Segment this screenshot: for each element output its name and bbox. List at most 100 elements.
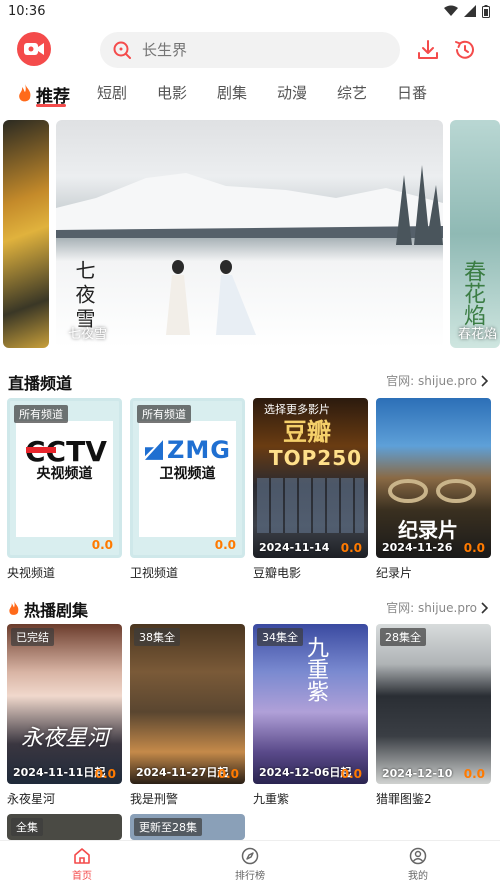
card-score: 0.0	[463, 767, 485, 781]
section-title-hot-label: 热播剧集	[24, 601, 89, 620]
drama-card-peek[interactable]: 更新至28集	[130, 814, 245, 840]
status-icons	[444, 4, 490, 18]
card-date: 2024-11-11日起	[13, 766, 106, 779]
category-tabs: 推荐 短剧 电影 剧集 动漫 综艺 日番	[0, 78, 500, 110]
tab-anime[interactable]: 动漫	[277, 82, 307, 103]
download-icon	[418, 40, 438, 59]
battery-icon	[482, 4, 490, 18]
card-score: 0.0	[91, 538, 113, 552]
banner-slide-main[interactable]: 七夜雪 七夜雪	[56, 120, 443, 348]
cctv-logo: CCTV	[25, 435, 107, 467]
live-card-satellite[interactable]: ZMG 卫视频道 所有频道 0.0	[130, 398, 245, 558]
section-title-live: 直播频道	[8, 374, 73, 393]
signal-icon	[464, 5, 476, 17]
video-camera-icon	[24, 43, 44, 55]
nav-home-label: 首页	[72, 871, 92, 882]
tab-series[interactable]: 剧集	[217, 82, 247, 103]
drama-card[interactable]: 38集全 2024-11-27日起 0.0	[130, 624, 245, 784]
zmg-logo-text: ZMG	[167, 436, 231, 464]
home-icon	[74, 848, 90, 864]
banner-caption: 七夜雪	[68, 327, 108, 342]
banner-mountain-art	[56, 173, 443, 238]
section-link-hot-label: 官网: shijue.pro	[386, 601, 477, 615]
card-score: 0.0	[340, 541, 362, 555]
status-bar: 10:36	[0, 0, 500, 22]
drama-card[interactable]: 28集全 2024-12-10 0.0	[376, 624, 491, 784]
section-link-live[interactable]: 官网: shijue.pro	[386, 372, 488, 389]
search-bar[interactable]	[100, 32, 400, 68]
nav-home[interactable]: 首页	[42, 847, 122, 882]
wifi-icon	[444, 5, 458, 16]
history-button[interactable]	[451, 36, 479, 64]
chevron-right-icon	[481, 374, 488, 387]
banner-trees-art	[396, 165, 443, 245]
section-link-hot[interactable]: 官网: shijue.pro	[386, 599, 488, 616]
poster-art-title: 九重紫	[303, 636, 328, 702]
nav-profile-label: 我的	[408, 871, 428, 882]
card-title[interactable]: 纪录片	[376, 564, 412, 581]
download-button[interactable]	[414, 36, 442, 64]
card-tag: 全集	[11, 818, 43, 836]
drama-card[interactable]: 九重紫 34集全 2024-12-06日起 0.0	[253, 624, 368, 784]
user-icon	[409, 847, 427, 865]
tab-short-drama[interactable]: 短剧	[97, 82, 127, 103]
section-title-hot: 热播剧集	[8, 597, 88, 621]
chevron-right-icon	[481, 601, 488, 614]
card-date: 2024-12-06日起	[259, 766, 352, 779]
app-logo[interactable]	[17, 32, 51, 66]
live-card-cctv[interactable]: CCTV 央视频道 所有频道 0.0	[7, 398, 122, 558]
card-tag: 选择更多影片	[264, 403, 330, 416]
zmg-logo: ZMG	[145, 436, 231, 464]
compass-icon	[241, 847, 259, 865]
tab-movie[interactable]: 电影	[157, 82, 187, 103]
top-bar	[0, 28, 500, 72]
card-title[interactable]: 卫视频道	[130, 564, 178, 581]
card-title[interactable]: 九重紫	[253, 790, 289, 807]
live-card-documentary[interactable]: 纪录片 2024-11-26 0.0	[376, 398, 491, 558]
card-date: 2024-11-26	[382, 541, 453, 554]
card-score: 0.0	[340, 767, 362, 781]
nav-ranking[interactable]: 排行榜	[210, 847, 290, 882]
channel-name: 卫视频道	[159, 466, 216, 482]
nav-profile[interactable]: 我的	[378, 847, 458, 882]
card-date: 2024-11-27日起	[136, 766, 229, 779]
zmg-mark-icon	[145, 440, 164, 460]
banner-next-caption: 春花焰	[458, 327, 498, 342]
card-tag: 更新至28集	[134, 818, 202, 836]
poster-art-title: 纪录片	[398, 518, 458, 542]
flame-icon	[19, 84, 31, 102]
bottom-nav: 首页 排行榜 我的	[0, 840, 500, 888]
card-title[interactable]: 猎罪图鉴2	[376, 790, 432, 807]
card-title[interactable]: 豆瓣电影	[253, 564, 301, 581]
section-link-live-label: 官网: shijue.pro	[386, 374, 477, 388]
card-title[interactable]: 我是刑警	[130, 790, 178, 807]
active-tab-indicator	[36, 104, 66, 107]
card-score: 0.0	[463, 541, 485, 555]
flame-icon	[9, 601, 19, 615]
banner-slide-next[interactable]: 春花焰 春花焰	[450, 120, 500, 348]
search-input[interactable]	[142, 41, 362, 59]
card-tag: 34集全	[257, 628, 303, 646]
channel-name: 央视频道	[36, 466, 93, 482]
card-score: 0.0	[217, 767, 239, 781]
poster-thumbnails	[257, 478, 364, 533]
card-tag: 所有频道	[137, 405, 191, 423]
nav-ranking-label: 排行榜	[235, 871, 265, 882]
tab-japanese-anime[interactable]: 日番	[397, 82, 427, 103]
card-tag: 已完结	[11, 628, 54, 646]
poster-rings-art	[388, 479, 476, 503]
card-tag: 28集全	[380, 628, 426, 646]
banner-next-title-art: 春花焰	[460, 260, 485, 326]
card-title[interactable]: 永夜星河	[7, 790, 55, 807]
live-card-douban[interactable]: 豆瓣 TOP250 选择更多影片 2024-11-14 0.0	[253, 398, 368, 558]
banner-figures-art	[166, 260, 256, 335]
tab-variety[interactable]: 综艺	[337, 82, 367, 103]
banner-title-art: 七夜雪	[72, 260, 96, 332]
drama-card[interactable]: 永夜星河 已完结 2024-11-11日起 0.0	[7, 624, 122, 784]
card-score: 0.0	[94, 767, 116, 781]
card-title[interactable]: 央视频道	[7, 564, 55, 581]
banner-slide-previous[interactable]	[3, 120, 49, 348]
drama-card-peek[interactable]: 全集	[7, 814, 122, 840]
status-time: 10:36	[8, 3, 46, 19]
card-date: 2024-12-10	[382, 767, 453, 780]
